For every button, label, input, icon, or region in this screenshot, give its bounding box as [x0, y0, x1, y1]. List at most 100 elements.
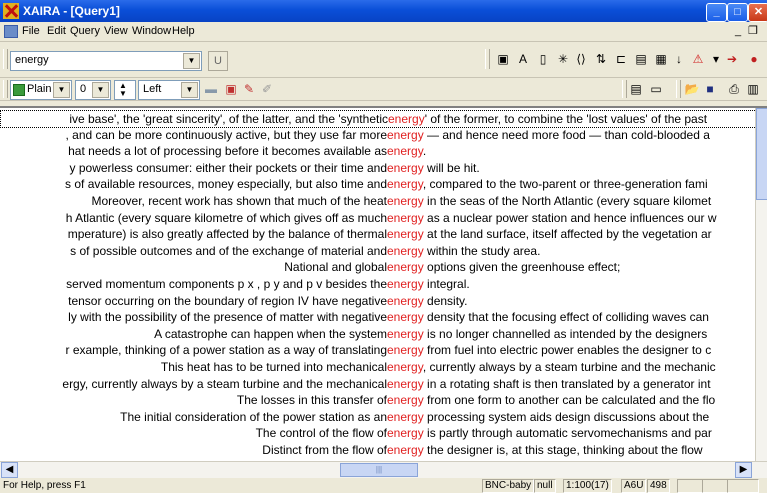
minimize-button[interactable]: _	[706, 3, 727, 22]
menu-edit[interactable]: Edit	[47, 25, 66, 37]
collocation-icon[interactable]: ⊏	[613, 51, 629, 67]
print-preview-icon[interactable]: ▥	[745, 81, 761, 97]
concordance-row[interactable]: This heat has to be turned into mechanic…	[0, 359, 755, 375]
left-context: ive base', the 'great sincerity', of the…	[69, 112, 388, 126]
concordance-row[interactable]: y powerless consumer: either their pocke…	[0, 160, 755, 176]
concordance-row[interactable]: ergy, currently always by a steam turbin…	[0, 376, 755, 392]
toolbar-grip[interactable]	[622, 80, 627, 98]
right-context: from one form to another can be calculat…	[423, 393, 716, 408]
asterisk-icon[interactable]: ✳	[555, 51, 571, 67]
keyword-hit: energy	[387, 426, 424, 441]
thesaurus-icon[interactable]: ▤	[633, 51, 649, 67]
color-icon[interactable]: ▬	[203, 81, 219, 97]
concordance-row[interactable]: ive base', the 'great sincerity', of the…	[0, 110, 757, 128]
concordance-row[interactable]: A catastrophe can happen when the system…	[0, 326, 755, 342]
tag-icon[interactable]: ▣	[223, 81, 239, 97]
menu-query[interactable]: Query	[70, 25, 100, 37]
export-icon[interactable]: ➔	[724, 51, 740, 67]
document-icon[interactable]	[4, 25, 18, 38]
concordance-row[interactable]: Moreover, recent work has shown that muc…	[0, 193, 755, 209]
bookmark-icon[interactable]: ▣	[495, 51, 511, 67]
chevron-down-icon[interactable]: ▼	[183, 53, 200, 69]
left-context: h Atlantic (every square kilometre of wh…	[65, 210, 387, 225]
keyword-hit: energy	[387, 277, 424, 291]
concordance-row[interactable]: The initial consideration of the power s…	[0, 409, 755, 425]
concordance-row[interactable]: , and can be more continuously active, b…	[0, 127, 755, 143]
concordance-row[interactable]: National and global energy options given…	[0, 259, 755, 275]
scroll-right-icon[interactable]: ▶	[735, 462, 752, 478]
concordance-row[interactable]: The control of the flow of energy is par…	[0, 425, 755, 441]
align-combo[interactable]: Left ▼	[138, 80, 200, 100]
spin-down-icon[interactable]: ▼	[119, 89, 127, 98]
toolbar-grip[interactable]	[676, 80, 681, 98]
menu-view[interactable]: View	[104, 25, 128, 37]
right-context: at the land surface, itself affected by …	[423, 227, 712, 242]
edit-icon[interactable]: ✐	[259, 81, 275, 97]
menu-file[interactable]: File	[22, 25, 40, 37]
concordance-row[interactable]: r example, thinking of a power station a…	[0, 342, 755, 358]
toolbar-grip[interactable]	[485, 49, 490, 69]
keyword-hit: energy	[387, 393, 424, 408]
concordance-row[interactable]: Distinct from the flow of energy the des…	[0, 442, 755, 458]
chevron-down-icon[interactable]: ▾	[708, 51, 724, 67]
stop-icon[interactable]: ●	[746, 51, 762, 67]
keyword-hit: energy	[387, 326, 424, 341]
underline-button[interactable]: U	[208, 51, 228, 71]
print-icon[interactable]: ⎙	[726, 81, 742, 97]
mdi-restore-button[interactable]: ❐	[748, 24, 758, 37]
toolbar-grip[interactable]	[3, 80, 8, 98]
left-context: National and global	[284, 260, 387, 275]
query-combo[interactable]: energy ▼	[10, 51, 202, 71]
concordance-row[interactable]: h Atlantic (every square kilometre of wh…	[0, 210, 755, 226]
save-icon[interactable]: ■	[702, 81, 718, 97]
mdi-minimize-button[interactable]: _	[735, 25, 741, 37]
keyword-hit: energy	[387, 210, 424, 225]
keyword-hit: energy	[387, 443, 424, 457]
sort-icon[interactable]: ⇅	[593, 51, 609, 67]
title-bar[interactable]: XAIRA - [Query1] _ □ ✕	[0, 0, 767, 22]
scroll-left-icon[interactable]: ◀	[1, 462, 18, 478]
concordance-row[interactable]: ly with the possibility of the presence …	[0, 309, 755, 325]
status-panel	[677, 479, 703, 493]
maximize-button[interactable]: □	[727, 3, 748, 22]
close-button[interactable]: ✕	[748, 3, 767, 22]
concordance-row[interactable]: The losses in this transfer of energy fr…	[0, 392, 755, 408]
vertical-scroll-thumb[interactable]	[756, 108, 767, 200]
text-icon[interactable]: ▯	[535, 51, 551, 67]
warning-icon[interactable]: ⚠	[690, 51, 706, 67]
chevron-down-icon[interactable]: ▼	[53, 82, 70, 98]
abc-icon[interactable]: ▭	[648, 81, 664, 97]
open-folder-icon[interactable]: 📂	[684, 81, 700, 97]
grid-icon[interactable]: ▦	[653, 51, 669, 67]
keyword-hit: energy	[387, 310, 424, 325]
menu-help[interactable]: Help	[172, 25, 195, 37]
concordance-row[interactable]: s of possible outcomes and of the exchan…	[0, 243, 755, 259]
keyword-hit: energy	[388, 112, 425, 126]
menu-window[interactable]: Window	[132, 25, 171, 37]
sort-az-icon[interactable]: ↓	[671, 51, 687, 67]
right-context: as a nuclear power station and hence inf…	[423, 210, 717, 225]
concordance-view[interactable]: ive base', the 'great sincerity', of the…	[0, 106, 767, 463]
display-toolbar: Plain ▼ 0 ▼ ▲ ▼ Left ▼ ▬ ▣ ✎ ✐ ▤ ▭ 📂 ■ ⎙…	[0, 78, 767, 101]
context-combo[interactable]: 0 ▼	[75, 80, 111, 100]
vertical-scrollbar[interactable]	[755, 108, 767, 461]
chevron-down-icon[interactable]: ▼	[181, 82, 198, 98]
view-mode-combo[interactable]: Plain ▼	[10, 80, 72, 100]
right-context: processing system aids design discussion…	[423, 409, 710, 424]
horizontal-scrollbar[interactable]: ◀ ||| ▶	[0, 461, 767, 478]
concordance-row[interactable]: hat needs a lot of processing before it …	[0, 143, 755, 159]
concordance-row[interactable]: mperature) is also greatly affected by t…	[0, 226, 755, 242]
layout-icon[interactable]: ▤	[628, 81, 644, 97]
highlight-icon[interactable]: ✎	[241, 81, 257, 97]
concordance-row[interactable]: s of available resources, money especial…	[0, 176, 755, 192]
code-icon[interactable]: ⟨⟩	[573, 51, 589, 67]
concordance-row[interactable]: served momentum components p x , p y and…	[0, 276, 755, 292]
concordance-row[interactable]: tensor occurring on the boundary of regi…	[0, 293, 755, 309]
horizontal-scroll-thumb[interactable]: |||	[340, 463, 418, 477]
chevron-down-icon[interactable]: ▼	[92, 82, 109, 98]
toolbar-grip[interactable]	[3, 49, 8, 69]
font-icon[interactable]: A	[515, 51, 531, 67]
keyword-hit: energy	[387, 409, 424, 424]
left-context: Distinct from the flow of	[262, 443, 387, 457]
context-spinner[interactable]: ▲ ▼	[114, 80, 136, 100]
